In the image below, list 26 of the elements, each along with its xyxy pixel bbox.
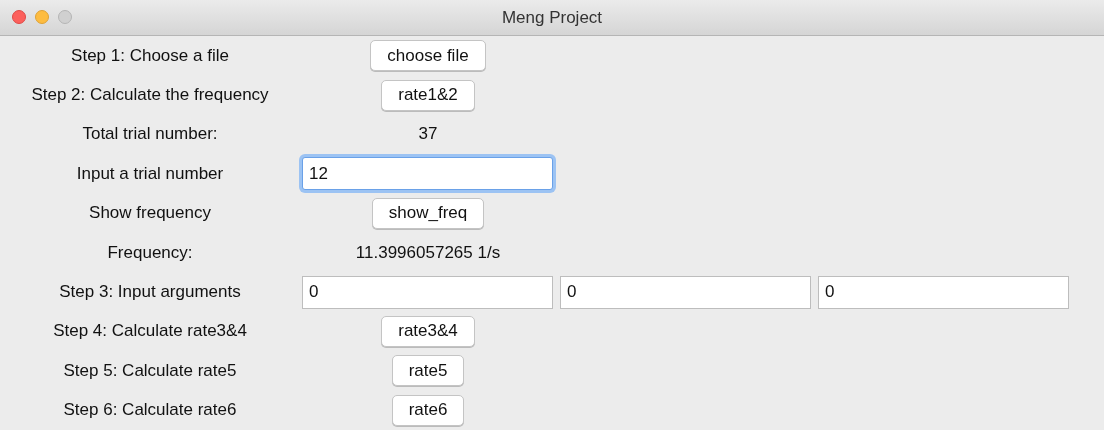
value-text: 11.3996057265 1/s bbox=[355, 242, 501, 263]
input-field[interactable]: 0 bbox=[302, 275, 553, 309]
row-label: Step 1: Choose a file bbox=[70, 45, 230, 66]
value-text: 37 bbox=[418, 124, 438, 145]
input-field[interactable]: 12 bbox=[302, 157, 553, 191]
input-field[interactable]: 0 bbox=[560, 275, 811, 309]
action-button[interactable]: rate3&4 bbox=[381, 315, 475, 347]
row-label: Step 5: Calculate rate5 bbox=[62, 360, 238, 381]
zoom-icon[interactable] bbox=[58, 10, 72, 24]
row-label: Frequency: bbox=[106, 242, 194, 263]
action-button[interactable]: rate1&2 bbox=[381, 79, 475, 111]
row-label: Input a trial number bbox=[75, 163, 225, 184]
row-label: Show frequency bbox=[88, 203, 212, 224]
row-label: Step 2: Calculate the frequency bbox=[30, 85, 270, 106]
row-label: Step 6: Calculate rate6 bbox=[62, 400, 238, 421]
action-button[interactable]: choose file bbox=[370, 40, 486, 72]
close-icon[interactable] bbox=[12, 10, 26, 24]
row-label: Step 3: Input arguments bbox=[58, 282, 242, 303]
minimize-icon[interactable] bbox=[35, 10, 49, 24]
row-label: Total trial number: bbox=[81, 124, 219, 145]
action-button[interactable]: rate5 bbox=[391, 355, 465, 387]
action-button[interactable]: rate6 bbox=[391, 394, 465, 426]
input-field[interactable]: 0 bbox=[818, 275, 1069, 309]
action-button[interactable]: show_freq bbox=[371, 197, 485, 229]
window-title: Meng Project bbox=[501, 7, 603, 28]
row-label: Step 4: Calculate rate3&4 bbox=[52, 321, 248, 342]
